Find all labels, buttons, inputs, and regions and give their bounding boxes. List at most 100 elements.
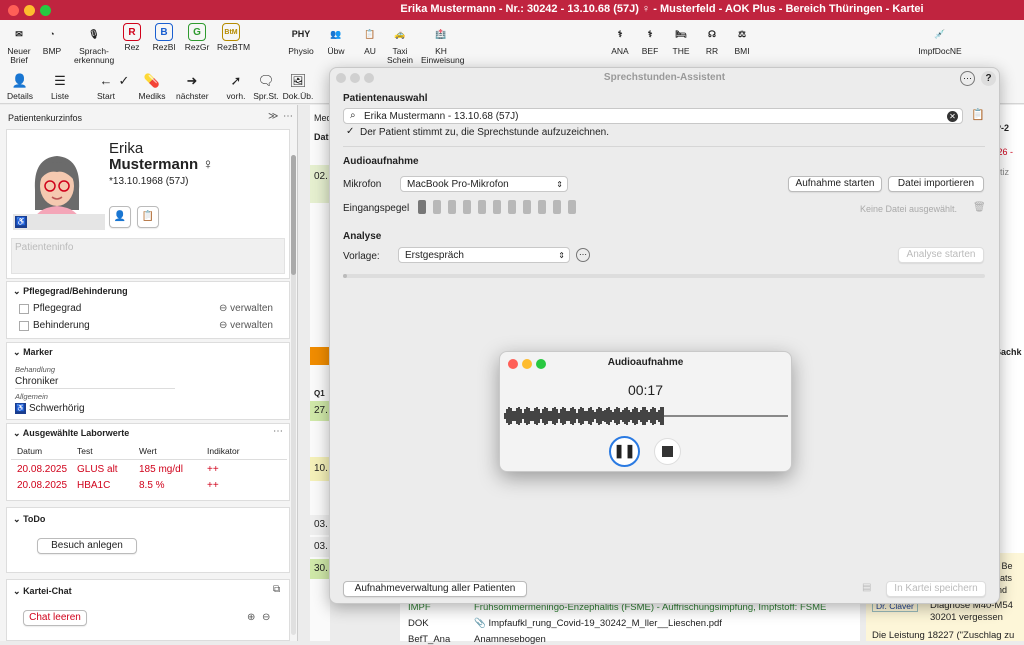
chevron-down-icon[interactable]: ⌄ (13, 347, 21, 357)
toolbar-button-kh-einweisung[interactable]: 🏥 KH Einweisung (421, 20, 464, 65)
marker-value-treatment: Chroniker (15, 376, 59, 387)
toolbar-button-physio[interactable]: PHY Physio (287, 20, 315, 56)
list-item[interactable]: 30. (310, 559, 330, 579)
microphone-select[interactable]: MacBook Pro-Mikrofon ⇕ (400, 176, 568, 192)
clear-chat-button[interactable]: Chat leeren (23, 610, 87, 626)
clipboard-icon[interactable]: 📋 (971, 108, 985, 121)
patient-card: ♿ Erika Mustermann ♀ *13.10.1968 (57J) 👤… (6, 129, 290, 279)
chevron-down-icon[interactable]: ⌄ (13, 428, 21, 438)
toolbar-button-nächster[interactable]: ➜ nächster (176, 73, 209, 101)
clear-icon[interactable]: ✕ (947, 111, 958, 122)
todo-section: ⌄ ToDo Besuch anlegen (6, 507, 290, 573)
list-item[interactable]: DOK (408, 618, 429, 629)
person-icon: 👤 (11, 73, 29, 88)
list-item[interactable]: 10. (310, 457, 330, 481)
zoom-window-button[interactable] (40, 5, 51, 16)
toolbar-button-details[interactable]: 👤 Details (4, 73, 36, 101)
patient-section-title: Patientenauswahl (343, 93, 428, 104)
list-item[interactable]: 03. (310, 537, 330, 557)
care-level-checkbox[interactable] (19, 304, 29, 314)
toolbar-button-neuer-brief[interactable]: ✉ Neuer Brief (5, 20, 33, 65)
toolbar-button-übw[interactable]: 👥 Übw (322, 20, 350, 56)
list-item[interactable]: 03. (310, 515, 330, 535)
toolbar-button-liste[interactable]: ☰ Liste (44, 73, 76, 101)
toolbar-button-dok.üb.[interactable]: 🖼 Dok.Üb. (282, 73, 314, 101)
table-row[interactable]: 20.08.2025 GLUS alt 185 mg/dl ++ (11, 464, 287, 478)
manage-recordings-button[interactable]: Aufnahmeverwaltung aller Patienten (343, 581, 527, 597)
patient-info-field[interactable]: Patienteninfo (11, 238, 285, 274)
toolbar-button-ana[interactable]: ⚕ ANA (606, 20, 634, 56)
list-item[interactable]: 27. (310, 401, 330, 421)
toolbar-button-vorh.[interactable]: ➚ vorh. (220, 73, 252, 101)
toolbar-button-the[interactable]: 🛏 THE (667, 20, 695, 56)
patient-search-input[interactable]: ⌕ Erika Mustermann - 13.10.68 (57J) ✕ (343, 108, 963, 124)
toolbar-button-bef[interactable]: ⚕ BEF (636, 20, 664, 56)
add-visit-button[interactable]: Besuch anlegen (37, 538, 137, 554)
template-select[interactable]: Erstgespräch ⇕ (398, 247, 570, 263)
more-options-icon[interactable]: ⋯ (960, 71, 975, 86)
save-to-record-button[interactable]: In Kartei speichern (886, 581, 986, 597)
toolbar-button-au[interactable]: 📋 AU (356, 20, 384, 56)
toolbar-label: AU (364, 46, 376, 56)
toolbar-button-impfdocne[interactable]: 💉 ImpfDocNE (908, 20, 972, 56)
window-icon[interactable]: ⧉ (273, 584, 280, 595)
collapse-icon[interactable]: ≫ (268, 111, 278, 122)
manage-care-level-link[interactable]: ⊖ verwalten (219, 303, 273, 314)
lab-options-icon[interactable]: ⋯ (273, 426, 283, 437)
import-file-button[interactable]: Datei importieren (888, 176, 984, 192)
toolbar-button-mediks[interactable]: 💊 Mediks (136, 73, 168, 101)
toolbar-button-taxi-schein[interactable]: 🚕 Taxi Schein (386, 20, 414, 65)
toolbar-button-rez[interactable]: R Rez (118, 20, 146, 52)
chevron-down-icon[interactable]: ⌄ (13, 286, 21, 296)
lab-table-header: Datum Test Wert Indikator (11, 446, 287, 460)
pill-icon: ◔ (49, 28, 55, 39)
stop-button[interactable] (654, 438, 681, 465)
toolbar-button-rr[interactable]: ☊ RR (698, 20, 726, 56)
waveform (504, 406, 788, 426)
doctor-icon: ⚕ (647, 28, 653, 39)
record-list-bottom: IMPF Frühsommermeningo-Enzephalitis (FSM… (400, 602, 860, 645)
care-level-label: Pflegegrad (33, 303, 82, 314)
patient-clipboard-button[interactable]: 📋 (137, 206, 159, 228)
toolbar-label: Mediks (138, 91, 166, 101)
start-recording-button[interactable]: Aufnahme starten (788, 176, 882, 192)
toolbar-button-rezbl[interactable]: B RezBl (150, 20, 178, 52)
remove-icon[interactable]: ⊖ (262, 612, 270, 623)
syringe-icon: 💉 (934, 28, 946, 39)
help-icon[interactable]: ? (981, 71, 996, 86)
toolbar-button-sprach--erkennung[interactable]: 🎙 Sprach- erkennung (74, 20, 114, 65)
doctor-icon: ⚕ (617, 28, 623, 39)
more-options-icon[interactable]: ⋯ (283, 111, 293, 122)
toolbar-button-rezbtm[interactable]: BtM RezBTM (217, 20, 250, 52)
toolbar-button-bmp[interactable]: ◔ BMP (38, 20, 66, 56)
list-item-text: 📎 Impfaufkl_rung_Covid-19_30242_M_ller__… (474, 618, 722, 629)
patient-details-button[interactable]: 👤 (109, 206, 131, 228)
template-options-icon[interactable]: ⋯ (576, 248, 590, 262)
patient-summary-panel: Patientenkurzinfos ≫ ⋯ ♿ Erika Musterman… (0, 105, 298, 641)
stop-icon (662, 446, 673, 457)
table-row[interactable]: 20.08.2025 HBA1C 8.5 % ++ (11, 480, 287, 494)
envelope-icon: ✉ (15, 28, 23, 39)
list-item[interactable]: 02. (310, 165, 330, 203)
list-item[interactable]: BefT_Ana (408, 634, 450, 645)
toolbar-button-rezgr[interactable]: G RezGr (183, 20, 211, 52)
toolbar-button-bmi[interactable]: ⚖ BMI (728, 20, 756, 56)
pause-button[interactable]: ❚❚ (609, 436, 640, 467)
list-item[interactable] (310, 347, 330, 365)
close-window-button[interactable] (8, 5, 19, 16)
patient-last-name: Mustermann ♀ (109, 156, 214, 173)
scrollbar[interactable] (291, 155, 296, 635)
consent-checkbox[interactable]: ✓ (346, 126, 354, 137)
toolbar-button-spr.st.[interactable]: 🗨 Spr.St. (250, 73, 282, 101)
trash-icon[interactable]: 🗑 (973, 202, 986, 213)
disability-checkbox[interactable] (19, 321, 29, 331)
toolbar-label: nächster (176, 91, 209, 101)
minimize-window-button[interactable] (24, 5, 35, 16)
add-icon[interactable]: ⊕ (247, 612, 255, 623)
main-toolbar: ✉ Neuer Brief ◔ BMP 🎙 Sprach- erkennung R Rez B R… (0, 20, 1024, 70)
manage-disability-link[interactable]: ⊖ verwalten (219, 320, 273, 331)
start-analysis-button[interactable]: Analyse starten (898, 247, 984, 263)
chevron-down-icon[interactable]: ⌄ (13, 586, 21, 596)
chevron-down-icon[interactable]: ⌄ (13, 514, 21, 524)
dialog-title: Sprechstunden-Assistent (603, 72, 726, 83)
